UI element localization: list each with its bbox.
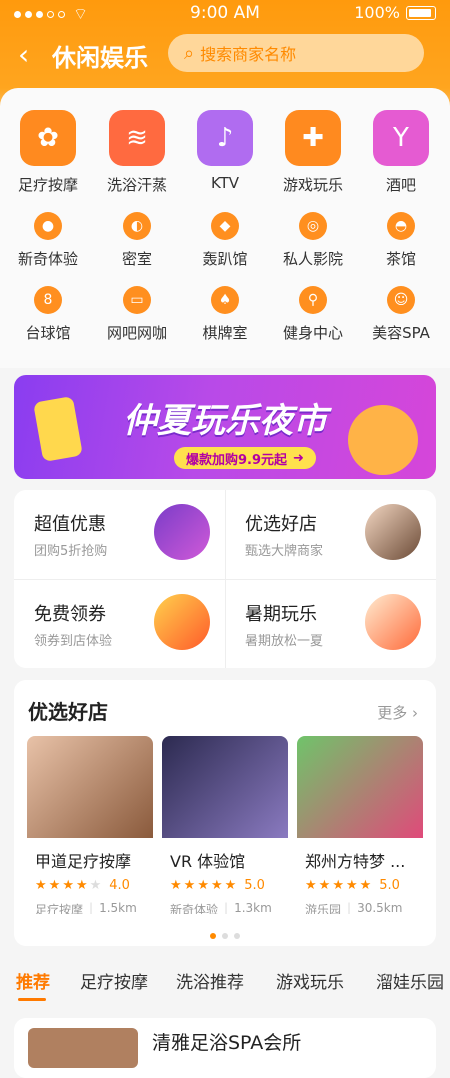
section-title: 优选好店 [28,700,108,724]
shop-photo [297,736,423,838]
chevron-left-icon[interactable]: ‹ [18,38,29,71]
tab-bar: 推荐 足疗按摩 洗浴推荐 游戏玩乐 溜娃乐园 [0,968,450,1008]
teapot-icon: ◓ [387,212,415,240]
rating-stars: ★ ★ ★ ★ ★ 4.0 [35,878,130,893]
promo-grid: 超值优惠 团购5折抢购 优选好店 甄选大牌商家 免费领券 领券到店体验 暑期玩乐… [14,490,436,668]
film-reel-icon: ◎ [299,212,327,240]
category-private-cinema[interactable]: ◎ 私人影院 [273,212,353,269]
category-bath[interactable]: ≋ 洗浴汗蒸 [97,110,177,195]
tab-foot-massage[interactable]: 足疗按摩 [80,968,148,993]
battery-icon [406,5,436,20]
billiard-ball-icon: 8 [34,286,62,314]
promo-deals[interactable]: 超值优惠 团购5折抢购 [14,490,224,578]
shop-card[interactable]: 郑州方特梦 ... ★ ★ ★ ★ ★ 5.0 游乐园 | 30.5km [297,736,423,914]
promo-banner[interactable]: 仲夏玩乐夜市 爆款加购9.9元起 ➜ [14,375,436,479]
swim-ring-illustration [365,594,421,650]
gamepad-icon: ✚ [285,110,341,166]
tab-games[interactable]: 游戏玩乐 [276,968,344,993]
category-fitness[interactable]: ⚲ 健身中心 [273,286,353,343]
tab-underline [18,998,46,1001]
category-bar[interactable]: Y 酒吧 [361,110,441,195]
category-internet-cafe[interactable]: ▭ 网吧网咖 [97,286,177,343]
tab-recommend[interactable]: 推荐 [16,968,50,993]
more-link[interactable]: 更多 › [377,702,418,723]
tab-bath[interactable]: 洗浴推荐 [176,968,244,993]
shop-thumbnail [28,1028,138,1068]
monitor-icon: ▭ [123,286,151,314]
coupon-illustration [154,594,210,650]
category-games[interactable]: ✚ 游戏玩乐 [273,110,353,195]
tab-kids[interactable]: 溜娃乐园 [376,968,444,993]
party-icon: ◆ [211,212,239,240]
search-input[interactable]: ⌕ 搜索商家名称 [168,34,424,72]
search-icon: ⌕ [184,42,195,64]
foot-icon: ✿ [20,110,76,166]
category-foot-massage[interactable]: ✿ 足疗按摩 [8,110,88,195]
promo-free-coupons[interactable]: 免费领券 领券到店体验 [14,580,224,668]
face-mask-icon: ☺ [387,286,415,314]
category-beauty-spa[interactable]: ☺ 美容SPA [361,286,441,343]
wine-glass-icon: Y [373,110,429,166]
battery-percent: 100% [354,3,400,22]
category-panel: ✿ 足疗按摩 ≋ 洗浴汗蒸 ♪ KTV ✚ 游戏玩乐 Y 酒吧 ● 新奇体验 ◐… [0,88,450,368]
rating-stars: ★ ★ ★ ★ ★ 5.0 [305,878,400,893]
category-escape-room[interactable]: ◐ 密室 [97,212,177,269]
cycling-icon: ⚲ [299,286,327,314]
microphone-icon: ♪ [197,110,253,166]
shop-photo [27,736,153,838]
crown-badge-illustration [365,504,421,560]
category-party[interactable]: ◆ 轰趴馆 [185,212,265,269]
novelty-icon: ● [34,212,62,240]
promo-selected-shops[interactable]: 优选好店 甄选大牌商家 [225,490,435,578]
category-ktv[interactable]: ♪ KTV [185,110,265,192]
chevron-right-icon: › [412,704,418,722]
status-bar: ⌔ 9:00 AM 100% [0,0,450,26]
mask-icon: ◐ [123,212,151,240]
singer-illustration [154,504,210,560]
shop-photo [162,736,288,838]
page-title: 休闲娱乐 [52,44,148,72]
cards-icon: ♠ [211,286,239,314]
shop-card[interactable]: 甲道足疗按摩 ★ ★ ★ ★ ★ 4.0 足疗按摩 | 1.5km [27,736,153,914]
rating-stars: ★ ★ ★ ★ ★ 5.0 [170,878,265,893]
category-teahouse[interactable]: ◓ 茶馆 [361,212,441,269]
shop-name: 清雅足浴SPA会所 [152,1032,302,1054]
shop-list-item[interactable]: 清雅足浴SPA会所 [14,1018,436,1078]
banner-subtitle[interactable]: 爆款加购9.9元起 ➜ [174,447,316,469]
banner-title: 仲夏玩乐夜市 [123,401,327,441]
selected-shops-section: 优选好店 更多 › 甲道足疗按摩 ★ ★ ★ ★ ★ 4.0 足疗按摩 | 1.5km VR… [14,680,436,946]
search-placeholder: 搜索商家名称 [200,45,297,64]
category-billiards[interactable]: 8 台球馆 [8,286,88,343]
shop-card[interactable]: VR 体验馆 ★ ★ ★ ★ ★ 5.0 新奇体验 | 1.3km [162,736,288,914]
nav-bar: ‹ 休闲娱乐 ⌕ 搜索商家名称 [0,34,450,74]
promo-summer[interactable]: 暑期玩乐 暑期放松一夏 [225,580,435,668]
category-chess-cards[interactable]: ♠ 棋牌室 [185,286,265,343]
category-novelty[interactable]: ● 新奇体验 [8,212,88,269]
arrow-right-icon: ➜ [293,450,304,466]
carousel-pager [14,924,436,943]
bath-icon: ≋ [109,110,165,166]
